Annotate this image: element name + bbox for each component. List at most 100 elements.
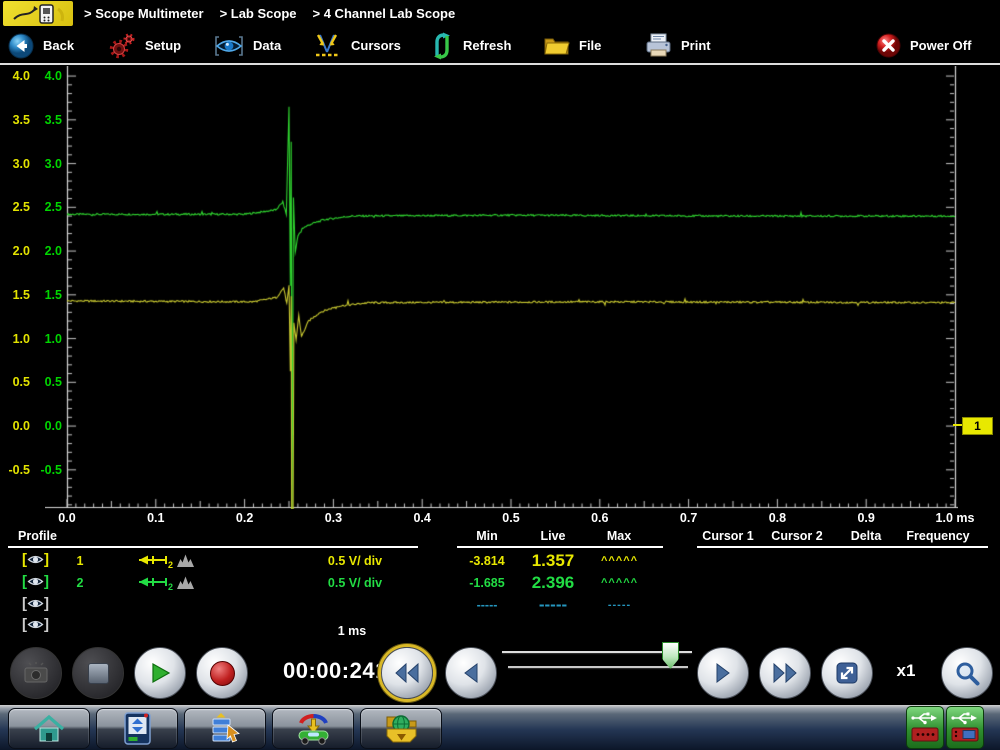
y-axis-label-c1: 3.0 [0, 156, 30, 172]
stop-icon [88, 663, 109, 684]
zoom-factor-label: x1 [888, 661, 924, 681]
cursors-button[interactable]: Cursors [312, 27, 401, 64]
camera-icon [23, 662, 49, 684]
eye-icon [27, 597, 44, 610]
channel-2-eye-toggle[interactable]: [] [22, 573, 49, 590]
data-manager-button[interactable] [184, 708, 266, 749]
breadcrumb-scope-multimeter[interactable]: > Scope Multimeter [84, 6, 204, 21]
y-axis-label-c1: 2.5 [0, 199, 30, 215]
scope-multimeter-logo-icon [3, 1, 73, 26]
vehicle-icon [295, 712, 332, 745]
sweep-rate-label: 1 ms [322, 624, 382, 638]
power-off-icon [876, 33, 901, 58]
y-axis-label-c1: 1.5 [0, 287, 30, 303]
back-label: Back [43, 38, 74, 53]
print-button[interactable]: Print [645, 27, 711, 64]
time-counter: 00:00:241 [283, 658, 383, 684]
usb-connection-2-icon[interactable] [946, 706, 984, 749]
x-axis-label: 0.9 [844, 511, 888, 527]
title-bar: > Scope Multimeter > Lab Scope > 4 Chann… [0, 0, 1000, 27]
live-value: ----- [518, 595, 588, 615]
profile-underline [8, 546, 418, 548]
y-axis-label-c1: -0.5 [0, 462, 30, 478]
y-axis-label-c1: 3.5 [0, 112, 30, 128]
play-button[interactable] [134, 647, 186, 699]
refresh-icon [430, 32, 454, 60]
step-forward-button[interactable] [697, 647, 749, 699]
probe-icon: 2 [126, 553, 174, 574]
save-data-button[interactable] [360, 708, 442, 749]
cursor-underline [697, 546, 988, 548]
step-back-button[interactable] [445, 647, 497, 699]
y-axis-label-c1: 1.0 [0, 331, 30, 347]
usb-connection-1-icon[interactable] [906, 706, 944, 749]
gear-icon [108, 32, 136, 60]
min-value: -1.685 [455, 573, 519, 593]
delta-header: Delta [841, 529, 891, 544]
back-icon [8, 33, 34, 59]
scroll-track-bottom[interactable] [508, 666, 688, 668]
max-value: ^^^^^ [592, 551, 647, 571]
channel-number: 2 [70, 573, 90, 593]
y-axis-label-c2: -0.5 [32, 462, 62, 478]
scale-per-div: 0.5 V/ div [305, 573, 405, 593]
x-axis-label: 0.4 [400, 511, 444, 527]
cursors-icon [312, 32, 342, 60]
scope-plot [45, 66, 958, 509]
measure-underline [457, 546, 663, 548]
y-axis-label-c2: 0.0 [32, 418, 62, 434]
skip-back-button[interactable] [381, 647, 433, 699]
min-value: ----- [455, 595, 519, 615]
data-manager-icon [210, 712, 241, 745]
bracket-right: ] [44, 551, 49, 568]
power-off-label: Power Off [910, 38, 971, 53]
profile-row-1: []120.5 V/ div-3.8141.357^^^^^ [0, 551, 1000, 572]
channel-3-eye-toggle[interactable]: [] [22, 595, 49, 612]
usb-glyph-1 [910, 710, 940, 745]
profile-row-2: []220.5 V/ div-1.6852.396^^^^^ [0, 573, 1000, 594]
channel1-zero-marker[interactable]: 1 [962, 417, 993, 435]
print-label: Print [681, 38, 711, 53]
channel-1-eye-toggle[interactable]: [] [22, 551, 49, 568]
max-value: ^^^^^ [592, 573, 647, 593]
folder-icon [543, 34, 570, 57]
cursor2-header: Cursor 2 [767, 529, 827, 544]
data-button[interactable]: Data [214, 27, 281, 64]
breadcrumb-4-channel-lab-scope: > 4 Channel Lab Scope [313, 6, 456, 21]
bracket-right: ] [44, 616, 49, 633]
back-button[interactable]: Back [8, 27, 74, 64]
x-axis-label: 0.6 [578, 511, 622, 527]
setup-button[interactable]: Setup [108, 27, 181, 64]
y-axis-label-c1: 4.0 [0, 68, 30, 84]
breadcrumb: > Scope Multimeter > Lab Scope > 4 Chann… [84, 0, 455, 27]
file-button[interactable]: File [543, 27, 601, 64]
max-header: Max [594, 529, 644, 544]
save-icon [384, 712, 419, 745]
home-button[interactable] [8, 708, 90, 749]
zoom-button[interactable] [941, 647, 993, 699]
y-axis-label-c2: 2.5 [32, 199, 62, 215]
vehicle-button[interactable] [272, 708, 354, 749]
x-axis-label: 0.7 [667, 511, 711, 527]
y-axis-label-c2: 3.0 [32, 156, 62, 172]
logo-glyph [8, 3, 68, 25]
record-button[interactable] [196, 647, 248, 699]
min-header: Min [462, 529, 512, 544]
refresh-button[interactable]: Refresh [430, 27, 511, 64]
taskbar: 1995 JAGUAR XJS [0, 705, 1000, 750]
stop-button[interactable] [72, 647, 124, 699]
eye-icon [27, 553, 44, 566]
scanner-button[interactable] [96, 708, 178, 749]
scale-per-div: 0.5 V/ div [305, 551, 405, 571]
skip-forward-button[interactable] [759, 647, 811, 699]
snapshot-button[interactable] [10, 647, 62, 699]
channel-4-eye-toggle[interactable]: [] [22, 616, 49, 633]
breadcrumb-lab-scope[interactable]: > Lab Scope [220, 6, 297, 21]
toolbar-separator [0, 63, 1000, 65]
power-off-button[interactable]: Power Off [876, 27, 971, 64]
magnifier-icon [954, 660, 981, 687]
record-icon [210, 661, 235, 686]
y-axis-label-c1: 0.0 [0, 418, 30, 434]
scroll-slider-thumb[interactable] [662, 642, 679, 669]
resize-view-button[interactable] [821, 647, 873, 699]
